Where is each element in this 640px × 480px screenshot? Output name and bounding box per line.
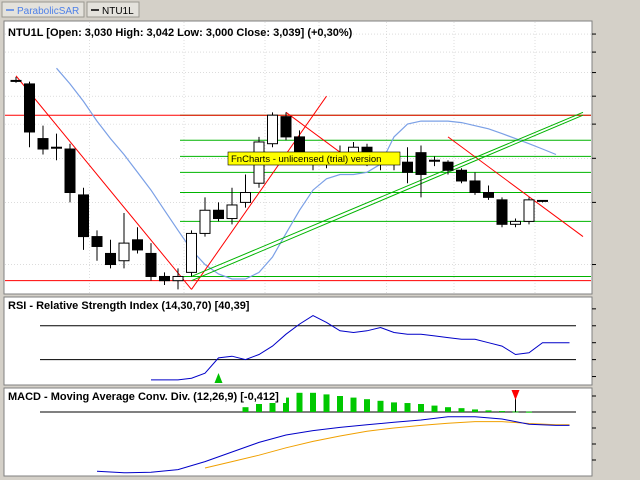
macd-histogram-bar xyxy=(350,397,357,412)
rsi-panel: RSI - Relative Strength Index (14,30,70)… xyxy=(3,296,596,386)
candle-down xyxy=(469,180,481,194)
candle-down xyxy=(402,161,413,173)
macd-histogram-bar xyxy=(431,405,438,412)
legend-tab-ntu1l[interactable]: NTU1L xyxy=(86,1,140,18)
candle-down xyxy=(456,169,467,182)
macd-histogram-bar xyxy=(458,408,465,412)
macd-histogram-bar xyxy=(242,407,249,412)
macd-histogram-bar xyxy=(377,400,384,412)
macd-histogram-bar xyxy=(418,404,424,412)
macd-histogram-bar xyxy=(337,396,343,412)
price-header: NTU1L [Open: 3,030 High: 3,042 Low: 3,00… xyxy=(8,27,353,39)
candle-up xyxy=(186,232,197,273)
candle-up xyxy=(10,79,22,82)
candle-down xyxy=(24,83,35,133)
macd-histogram-bar xyxy=(485,410,492,412)
macd-panel: MACD - Moving Average Conv. Div. (12,26,… xyxy=(3,387,596,477)
candle-up xyxy=(226,204,238,220)
macd-histogram-bar xyxy=(391,402,397,412)
candle-up xyxy=(510,220,521,225)
macd-histogram-bar xyxy=(445,407,451,412)
legend-tab-sar[interactable]: ParabolicSAR xyxy=(1,1,85,18)
candle-up xyxy=(537,199,548,202)
watermark-text: FnCharts - unlicensed (trial) version xyxy=(231,154,381,165)
candle-up xyxy=(118,242,130,262)
candle-down xyxy=(37,138,49,150)
candle-down xyxy=(159,275,170,282)
macd-histogram-bar xyxy=(296,392,303,412)
chart-canvas: ParabolicSAR NTU1L NTU1L [Open: 3,030 Hi… xyxy=(0,0,640,480)
watermark: FnCharts - unlicensed (trial) version xyxy=(227,151,401,166)
rsi-header: RSI - Relative Strength Index (14,30,70)… xyxy=(8,300,250,312)
price-panel: NTU1L [Open: 3,030 High: 3,042 Low: 3,00… xyxy=(3,20,596,295)
candle-down xyxy=(132,239,143,251)
macd-histogram-bar xyxy=(472,409,478,412)
candle-down xyxy=(78,194,89,238)
macd-histogram-bar xyxy=(526,411,532,413)
candle-up xyxy=(51,146,62,149)
candle-down xyxy=(415,152,427,175)
candle-down xyxy=(145,252,157,277)
candle-up xyxy=(429,159,440,162)
candle-down xyxy=(91,236,103,247)
candle-up xyxy=(267,114,278,145)
macd-histogram-bar xyxy=(256,404,262,412)
legend-tab-ntu1l-label: NTU1L xyxy=(102,6,134,17)
candle-up xyxy=(199,209,211,234)
macd-histogram-bar xyxy=(404,403,411,412)
candle-down xyxy=(213,209,224,220)
macd-histogram-bar xyxy=(323,394,330,412)
candle-up xyxy=(240,192,251,203)
legend-bar: ParabolicSAR NTU1L xyxy=(1,1,140,18)
candle-down xyxy=(105,252,116,266)
macd-histogram-bar xyxy=(364,399,370,412)
candle-down xyxy=(64,148,76,194)
candle-down xyxy=(483,192,494,198)
macd-histogram-bar xyxy=(310,392,316,412)
macd-header: MACD - Moving Average Conv. Div. (12,26,… xyxy=(8,391,279,403)
candle-up xyxy=(172,275,184,282)
legend-tab-sar-label: ParabolicSAR xyxy=(17,6,79,17)
candle-down xyxy=(442,161,454,171)
candle-down xyxy=(496,199,508,225)
candle-down xyxy=(280,116,292,138)
candle-up xyxy=(523,199,535,222)
macd-histogram-bar xyxy=(499,411,505,413)
macd-header-box: MACD - Moving Average Conv. Div. (12,26,… xyxy=(6,390,286,403)
